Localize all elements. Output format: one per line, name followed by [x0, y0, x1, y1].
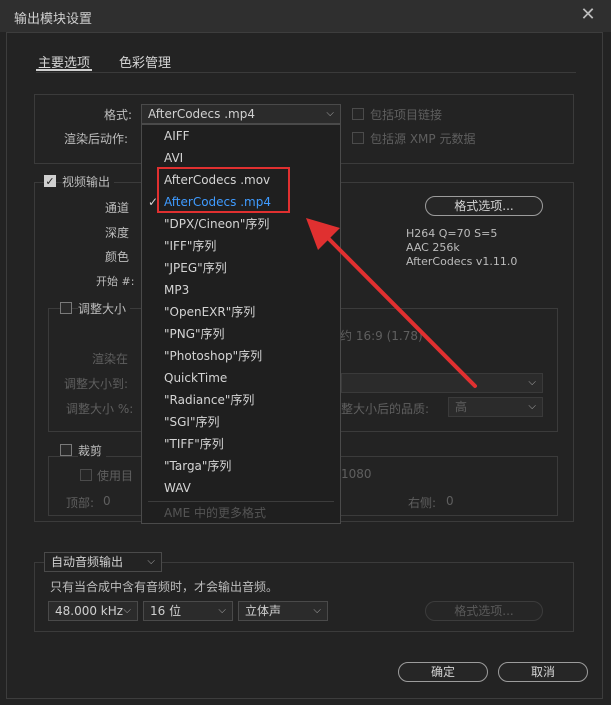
annotation-arrow-icon — [306, 218, 477, 388]
